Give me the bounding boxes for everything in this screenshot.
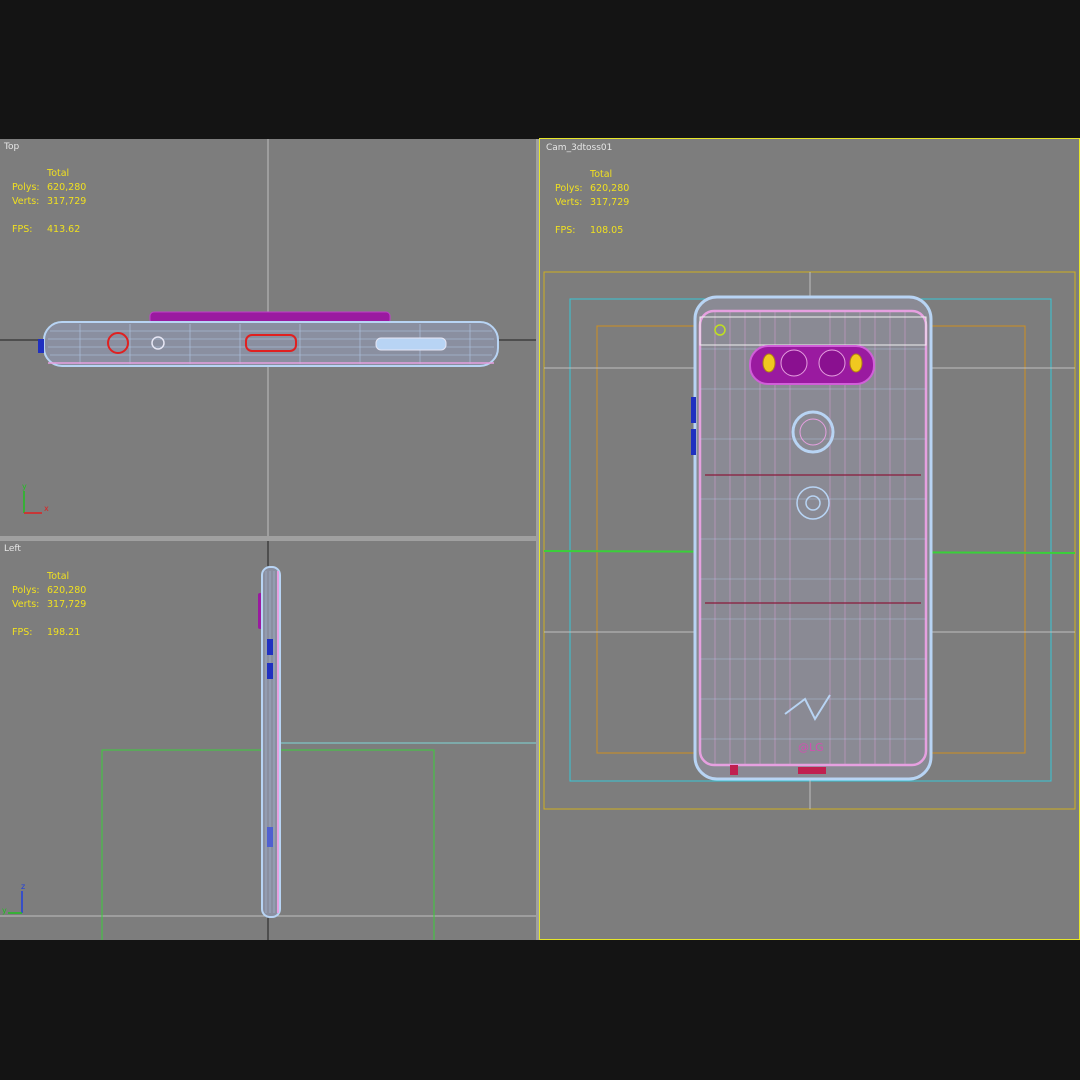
polys-label: Polys: [555, 183, 583, 194]
fps-value: 198.21 [47, 627, 81, 638]
stats-overlay: Total Polys: 620,280 Verts: 317,729 FPS: 41… [12, 167, 86, 237]
fps-value: 108.05 [590, 225, 624, 236]
verts-value: 317,729 [590, 197, 630, 208]
axis-gizmo-top [23, 491, 42, 514]
viewport-left[interactable]: z y Left Total Polys: 620,280 Verts: 317,7… [0, 541, 536, 940]
brand-logo-mark: @LG [798, 741, 824, 754]
fps-label: FPS: [12, 224, 33, 235]
verts-value: 317,729 [47, 196, 87, 207]
verts-label: Verts: [12, 196, 40, 207]
phone-wireframe-side [258, 566, 281, 918]
axis-y-label: y [22, 482, 27, 491]
phone-wireframe-top [38, 311, 499, 367]
axis-y-label: y [2, 906, 7, 915]
axis-z-label: z [21, 882, 25, 891]
camera-view-scene: @LG [543, 271, 1076, 810]
polys-value: 620,280 [590, 183, 630, 194]
fps-label: FPS: [555, 225, 576, 236]
viewport-label[interactable]: Top [4, 142, 19, 152]
viewport-label[interactable]: Left [4, 544, 21, 554]
phone-wireframe-back: @LG [691, 295, 933, 781]
verts-value: 317,729 [47, 599, 87, 610]
fps-label: FPS: [12, 627, 33, 638]
verts-label: Verts: [555, 197, 583, 208]
stats-total-header: Total [47, 168, 70, 179]
polys-value: 620,280 [47, 182, 87, 193]
polys-label: Polys: [12, 182, 40, 193]
viewport-top[interactable]: y x Top Total Polys: 620,280 Verts: 317,72… [0, 139, 537, 536]
polys-label: Polys: [12, 585, 40, 596]
axis-x-label: x [44, 504, 49, 513]
polys-value: 620,280 [47, 585, 87, 596]
stats-total-header: Total [590, 169, 613, 180]
stats-overlay: Total Polys: 620,280 Verts: 317,729 FPS: 10… [555, 168, 629, 238]
axis-gizmo-left [8, 891, 23, 914]
verts-label: Verts: [12, 599, 40, 610]
fps-value: 413.62 [47, 224, 81, 235]
stats-overlay: Total Polys: 620,280 Verts: 317,729 FPS: 19… [12, 570, 86, 640]
viewport-camera[interactable]: @LG Cam_3dtoss01 Total Polys: 620,280 Ver… [539, 138, 1080, 940]
viewport-label[interactable]: Cam_3dtoss01 [546, 143, 612, 153]
stats-total-header: Total [47, 571, 70, 582]
